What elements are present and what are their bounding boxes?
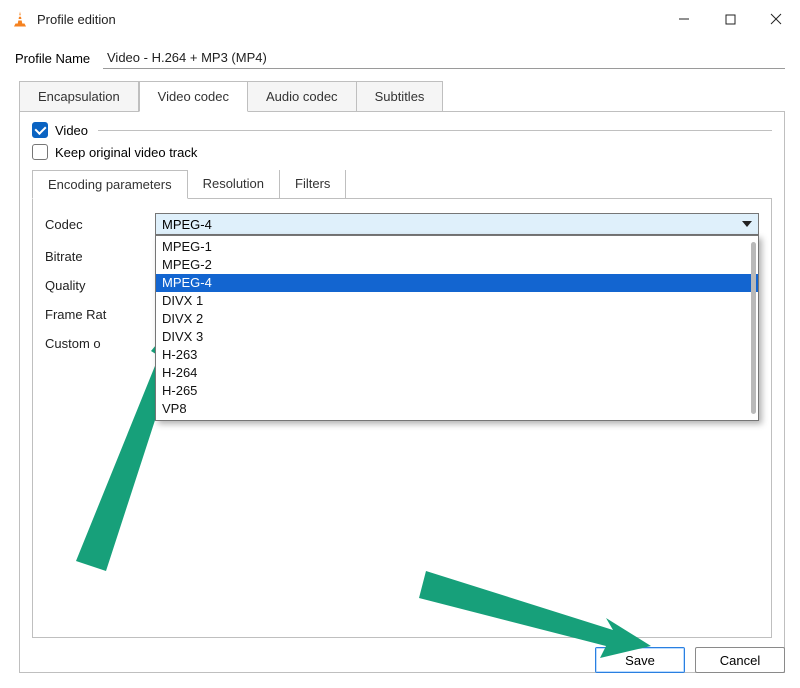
codec-option[interactable]: VP8: [156, 400, 758, 418]
tab-resolution[interactable]: Resolution: [188, 170, 280, 199]
profile-name-input[interactable]: [103, 47, 785, 69]
cancel-button-label: Cancel: [720, 653, 760, 668]
codec-dropdown: MPEG-1 MPEG-2 MPEG-4 DIVX 1 DIVX 2 DIVX …: [155, 235, 759, 421]
save-button[interactable]: Save: [595, 647, 685, 673]
cancel-button[interactable]: Cancel: [695, 647, 785, 673]
codec-option[interactable]: H-265: [156, 382, 758, 400]
inner-tabstrip: Encoding parameters Resolution Filters: [32, 170, 784, 199]
dialog-buttons: Save Cancel: [595, 647, 785, 673]
codec-option[interactable]: H-263: [156, 346, 758, 364]
separator-line: [98, 130, 772, 131]
maximize-button[interactable]: [707, 3, 753, 35]
tab-encapsulation[interactable]: Encapsulation: [19, 81, 139, 112]
dropdown-scrollbar[interactable]: [751, 242, 756, 414]
codec-option[interactable]: H-264: [156, 364, 758, 382]
tab-encoding-parameters[interactable]: Encoding parameters: [32, 170, 188, 199]
tab-video-codec[interactable]: Video codec: [139, 81, 248, 112]
quality-label: Quality: [45, 278, 155, 293]
encoding-parameters-panel: Codec MPEG-4 MPEG-1 MPEG-2 MPEG-4 DIVX 1…: [32, 198, 772, 638]
titlebar: Profile edition: [1, 1, 799, 37]
codec-option[interactable]: DIVX 3: [156, 328, 758, 346]
outer-tabstrip: Encapsulation Video codec Audio codec Su…: [19, 81, 799, 112]
keep-track-label: Keep original video track: [55, 145, 197, 160]
custom-options-label: Custom o: [45, 336, 155, 351]
keep-track-row: Keep original video track: [32, 144, 772, 160]
framerate-label: Frame Rat: [45, 307, 155, 322]
chevron-down-icon: [742, 221, 752, 227]
codec-option[interactable]: DIVX 1: [156, 292, 758, 310]
close-button[interactable]: [753, 3, 799, 35]
profile-name-label: Profile Name: [15, 51, 103, 66]
codec-combobox-display[interactable]: MPEG-4: [155, 213, 759, 235]
video-checkbox-row: Video: [32, 122, 772, 138]
tab-subtitles[interactable]: Subtitles: [357, 81, 444, 112]
keep-track-checkbox[interactable]: [32, 144, 48, 160]
codec-selected-value: MPEG-4: [162, 217, 212, 232]
tab-audio-codec[interactable]: Audio codec: [248, 81, 357, 112]
tab-filters[interactable]: Filters: [280, 170, 346, 199]
codec-option[interactable]: MPEG-1: [156, 238, 758, 256]
bitrate-label: Bitrate: [45, 249, 155, 264]
codec-option[interactable]: MPEG-2: [156, 256, 758, 274]
codec-option[interactable]: MPEG-4: [156, 274, 758, 292]
minimize-button[interactable]: [661, 3, 707, 35]
codec-row: Codec MPEG-4 MPEG-1 MPEG-2 MPEG-4 DIVX 1…: [45, 213, 759, 235]
profile-edition-window: Profile edition Profile Name Encapsulati…: [0, 0, 800, 688]
codec-combobox[interactable]: MPEG-4 MPEG-1 MPEG-2 MPEG-4 DIVX 1 DIVX …: [155, 213, 759, 235]
video-codec-panel: Video Keep original video track Encoding…: [19, 111, 785, 673]
profile-name-row: Profile Name: [1, 37, 799, 77]
vlc-cone-icon: [11, 10, 29, 28]
video-checkbox[interactable]: [32, 122, 48, 138]
codec-label: Codec: [45, 217, 155, 232]
video-checkbox-label: Video: [55, 123, 88, 138]
codec-option[interactable]: DIVX 2: [156, 310, 758, 328]
save-button-label: Save: [625, 653, 655, 668]
window-title: Profile edition: [37, 12, 661, 27]
